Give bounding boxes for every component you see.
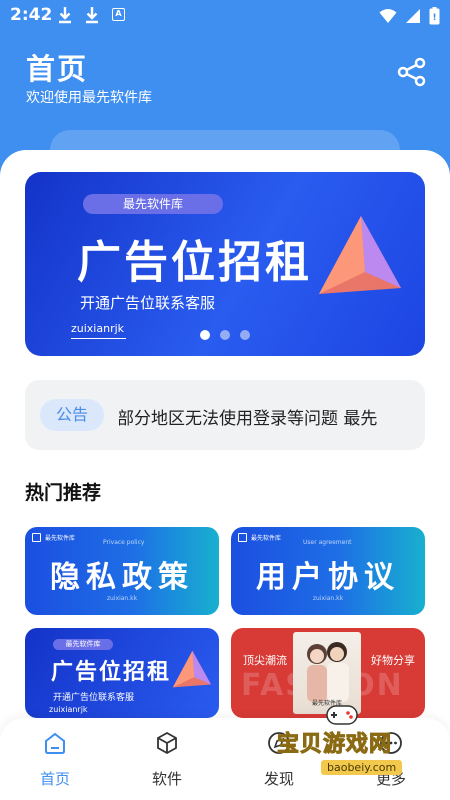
logo-icon xyxy=(32,533,41,542)
card-logo: 最先软件库 xyxy=(32,533,75,542)
privacy-policy-card[interactable]: 最先软件库 Privace policy 隐私政策 zuixian.kk xyxy=(25,527,219,615)
card-title: 隐私政策 xyxy=(50,560,194,595)
ad-subtitle: 开通广告位联系客服 xyxy=(53,693,135,703)
notice-badge: 公告 xyxy=(40,399,104,431)
banner-subtitle: 开通广告位联系客服 xyxy=(80,294,216,312)
signal-icon xyxy=(406,9,420,23)
card-english-label: User agreement xyxy=(303,539,352,546)
ad-card[interactable]: 最先软件库 广告位招租 开通广告位联系客服 zuixianrjk xyxy=(25,628,219,718)
watermark-text: 宝贝游戏网 xyxy=(276,732,393,758)
cube-icon xyxy=(157,731,177,755)
notice-bar[interactable]: 部分地区无法使用登录等问题 最先 公告 xyxy=(25,380,425,450)
people-image xyxy=(307,642,349,702)
tab-label: 软件 xyxy=(151,770,182,788)
card-english-label: Privace policy xyxy=(103,539,145,546)
banner-brand: zuixianrjk xyxy=(71,322,125,335)
card-title: 用户协议 xyxy=(256,560,400,595)
carousel-dot[interactable] xyxy=(220,330,230,340)
download-icon xyxy=(86,7,98,24)
banner-carousel[interactable]: 最先软件库 广告位招租 开通广告位联系客服 zuixianrjk xyxy=(25,172,425,356)
banner-tag: 最先软件库 xyxy=(83,194,223,214)
card-small-text: zuixian.kk xyxy=(106,595,138,602)
notice-text: 部分地区无法使用登录等问题 最先 xyxy=(117,409,378,429)
card-logo-text: 最先软件库 xyxy=(251,535,282,542)
battery-icon: ! xyxy=(429,7,440,25)
banner-title: 广告位招租 xyxy=(77,237,312,288)
ad-title: 广告位招租 xyxy=(51,660,172,685)
carousel-dot[interactable] xyxy=(240,330,250,340)
watermark-url: baobeiy.com xyxy=(321,760,403,775)
prism-graphic xyxy=(172,650,212,688)
download-icon xyxy=(59,7,71,24)
gamepad-icon xyxy=(326,705,358,725)
notice-mask xyxy=(105,380,119,450)
a-notification-icon: A xyxy=(112,8,125,21)
page-title: 首页 xyxy=(26,52,89,86)
status-bar: 2:42 A ! xyxy=(0,0,450,32)
card-small-text: zuixian.kk xyxy=(312,595,344,602)
share-icon[interactable] xyxy=(396,56,428,88)
page-subtitle: 欢迎使用最先软件库 xyxy=(26,90,152,106)
carousel-dot[interactable] xyxy=(200,330,210,340)
wifi-icon xyxy=(379,9,397,23)
status-icons: ! xyxy=(379,7,440,25)
tab-home[interactable]: 首页 xyxy=(10,730,100,789)
watermark: 宝贝游戏网 baobeiy.com xyxy=(275,705,435,784)
prism-graphic xyxy=(319,216,401,294)
divider xyxy=(71,338,126,339)
section-title: 热门推荐 xyxy=(25,482,102,504)
carousel-indicator xyxy=(200,330,250,340)
svg-text:!: ! xyxy=(432,13,436,23)
status-time: 2:42 xyxy=(10,5,53,25)
tab-software[interactable]: 软件 xyxy=(122,730,212,789)
user-agreement-card[interactable]: 最先软件库 User agreement 用户协议 zuixian.kk xyxy=(231,527,425,615)
home-icon xyxy=(45,732,65,754)
ad-brand: zuixianrjk xyxy=(49,705,88,714)
card-logo-text: 最先软件库 xyxy=(45,535,76,542)
card-logo: 最先软件库 xyxy=(238,533,281,542)
fashion-left-label: 顶尖潮流 xyxy=(243,654,287,667)
ad-tag: 最先软件库 xyxy=(53,639,113,650)
tab-label: 首页 xyxy=(39,770,70,788)
logo-icon xyxy=(238,533,247,542)
fashion-right-label: 好物分享 xyxy=(371,654,415,667)
